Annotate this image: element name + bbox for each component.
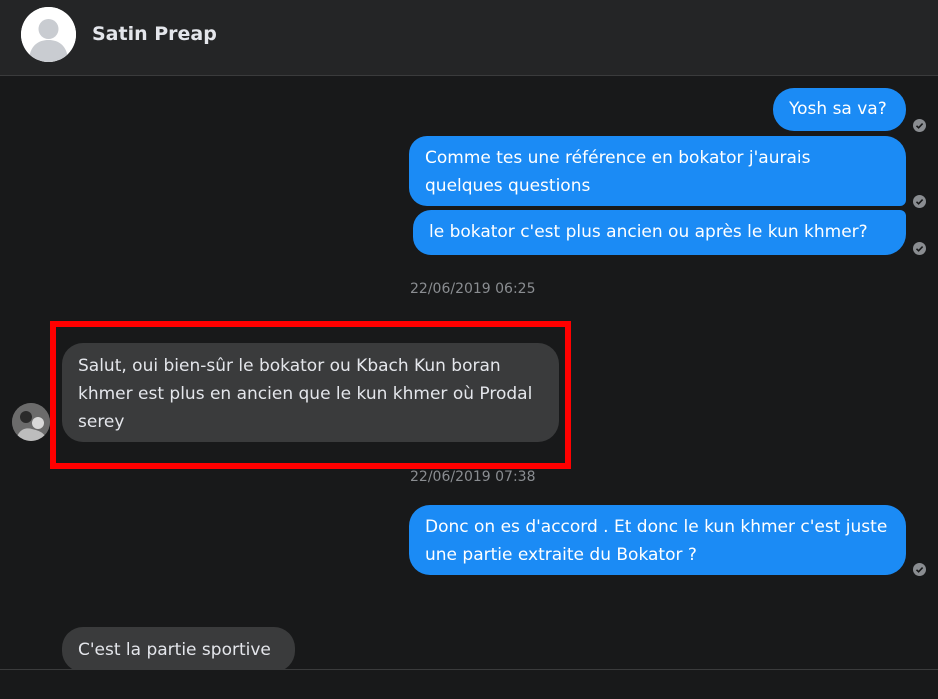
sent-check-icon <box>913 195 926 208</box>
red-highlight-box <box>50 321 571 469</box>
contact-avatar-icon[interactable] <box>21 7 76 62</box>
message-timestamp: 22/06/2019 06:25 <box>410 281 536 297</box>
message-bubble-outgoing[interactable]: Yosh sa va? <box>773 88 906 131</box>
message-text: le bokator c'est plus ancien ou après le… <box>429 222 868 242</box>
message-text: Comme tes une référence en bokator j'aur… <box>425 148 811 196</box>
sent-check-icon <box>913 242 926 255</box>
message-timestamp: 22/06/2019 07:38 <box>410 469 536 485</box>
messenger-window: Satin Preap Yosh sa va? Comme tes une ré… <box>0 0 938 699</box>
sent-check-icon <box>913 119 926 132</box>
sent-check-icon <box>913 563 926 576</box>
conversation-header: Satin Preap <box>0 0 938 76</box>
message-bubble-outgoing[interactable]: Donc on es d'accord . Et donc le kun khm… <box>409 505 906 575</box>
contact-small-avatar-icon[interactable] <box>12 403 50 441</box>
message-text: Yosh sa va? <box>789 99 887 119</box>
message-bubble-outgoing[interactable]: le bokator c'est plus ancien ou après le… <box>413 210 906 255</box>
message-bubble-incoming[interactable]: C'est la partie sportive <box>62 627 295 672</box>
message-bubble-outgoing[interactable]: Comme tes une référence en bokator j'aur… <box>409 136 906 206</box>
message-composer-area <box>0 669 938 699</box>
contact-name[interactable]: Satin Preap <box>92 23 217 45</box>
message-text: C'est la partie sportive <box>78 640 271 660</box>
message-text: Donc on es d'accord . Et donc le kun khm… <box>425 517 888 565</box>
